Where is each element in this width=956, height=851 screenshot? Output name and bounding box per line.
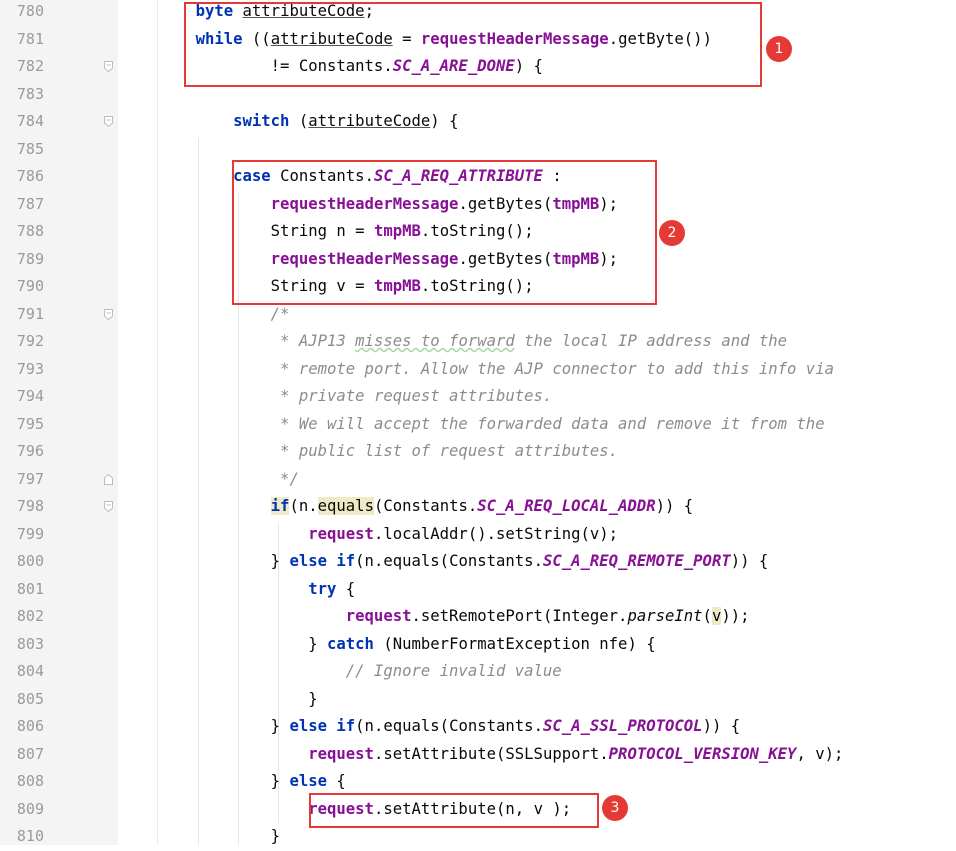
code-line[interactable]: 806 } else if(n.equals(Constants.SC_A_SS…	[0, 713, 956, 741]
fold-end-marker-icon[interactable]	[104, 473, 113, 485]
line-number: 791	[16, 304, 44, 323]
code-line[interactable]: 796 * public list of request attributes.	[0, 438, 956, 466]
line-number: 786	[16, 167, 44, 185]
annotation-badge-1: 1	[766, 36, 792, 62]
code-line[interactable]: 803 } catch (NumberFormatException nfe) …	[0, 631, 956, 659]
code-text: switch (attributeCode) {	[233, 112, 459, 130]
code-line[interactable]: 805 }	[0, 686, 956, 714]
annotation-badge-3: 3	[602, 795, 628, 821]
code-line[interactable]: 785	[0, 136, 956, 164]
code-text: } catch (NumberFormatException nfe) {	[158, 634, 656, 653]
code-text: } else if(n.equals(Constants.SC_A_SSL_PR…	[158, 717, 741, 735]
code-line[interactable]: 800 } else if(n.equals(Constants.SC_A_RE…	[0, 548, 956, 576]
line-number: 794	[16, 387, 44, 405]
code-text: */	[270, 469, 299, 488]
code-text: request.localAddr().setString(v);	[308, 524, 619, 543]
line-number: 810	[16, 827, 44, 845]
line-number: 807	[16, 744, 44, 763]
annotation-box-2	[232, 160, 657, 305]
code-text: * We will accept the forwarded data and …	[270, 414, 825, 433]
line-number: 800	[16, 552, 44, 570]
fold-marker-icon[interactable]	[104, 501, 113, 512]
code-text: try {	[308, 579, 356, 598]
line-number: 785	[16, 139, 44, 158]
line-number: 780	[16, 2, 44, 20]
code-editor[interactable]: 780 byte attributeCode; 781 while ((attr…	[0, 0, 956, 845]
code-line[interactable]: 808 } else {	[0, 768, 956, 796]
code-line[interactable]: 797 */	[0, 466, 956, 494]
line-number: 787	[16, 194, 44, 213]
line-number: 790	[16, 277, 44, 295]
line-number: 805	[16, 689, 44, 708]
fold-marker-icon[interactable]	[104, 116, 113, 127]
fold-marker-icon[interactable]	[104, 61, 113, 72]
line-number: 788	[16, 222, 44, 240]
code-text: } else {	[158, 772, 346, 790]
line-number: 796	[16, 442, 44, 460]
line-number: 804	[16, 662, 44, 680]
code-line[interactable]: 804 // Ignore invalid value	[0, 658, 956, 686]
code-line[interactable]: 792 * AJP13 misses to forward the local …	[0, 328, 956, 356]
line-number: 793	[16, 359, 44, 378]
line-number: 781	[16, 29, 44, 48]
line-number: 799	[16, 524, 44, 543]
code-text: } else if(n.equals(Constants.SC_A_REQ_RE…	[158, 552, 769, 570]
line-number: 809	[16, 799, 44, 818]
annotation-box-1	[184, 2, 762, 87]
code-text: }	[158, 827, 281, 845]
line-number: 803	[16, 634, 44, 653]
code-text: * AJP13 misses to forward the local IP a…	[270, 332, 788, 350]
code-text: if(n.equals(Constants.SC_A_REQ_LOCAL_ADD…	[270, 497, 694, 515]
code-line[interactable]: 802 request.setRemotePort(Integer.parseI…	[0, 603, 956, 631]
line-number: 795	[16, 414, 44, 433]
code-line[interactable]: 799 request.localAddr().setString(v);	[0, 521, 956, 549]
code-text: }	[158, 689, 318, 708]
line-number: 782	[16, 57, 44, 75]
code-text: * public list of request attributes.	[270, 442, 619, 460]
code-line[interactable]: 784 switch (attributeCode) {	[0, 108, 956, 136]
line-number: 784	[16, 112, 44, 130]
code-line[interactable]: 793 * remote port. Allow the AJP connect…	[0, 356, 956, 384]
code-text: request.setAttribute(SSLSupport.PROTOCOL…	[308, 744, 844, 763]
code-text: * private request attributes.	[270, 387, 553, 405]
code-text: * remote port. Allow the AJP connector t…	[270, 359, 834, 378]
code-text: request.setRemotePort(Integer.parseInt(v…	[345, 607, 750, 625]
annotation-badge-2: 2	[659, 220, 685, 246]
line-number: 798	[16, 497, 44, 515]
line-number: 806	[16, 717, 44, 735]
line-number: 783	[16, 84, 44, 103]
code-line[interactable]: 807 request.setAttribute(SSLSupport.PROT…	[0, 741, 956, 769]
line-number: 808	[16, 772, 44, 790]
line-number: 792	[16, 332, 44, 350]
line-number: 797	[16, 469, 44, 488]
line-number: 801	[16, 579, 44, 598]
code-line[interactable]: 801 try {	[0, 576, 956, 604]
code-line[interactable]: 795 * We will accept the forwarded data …	[0, 411, 956, 439]
code-line[interactable]: 798 if(n.equals(Constants.SC_A_REQ_LOCAL…	[0, 493, 956, 521]
line-number: 789	[16, 249, 44, 268]
annotation-box-3	[309, 793, 599, 828]
line-number: 802	[16, 607, 44, 625]
code-line[interactable]: 794 * private request attributes.	[0, 383, 956, 411]
code-text: // Ignore invalid value	[345, 662, 562, 680]
fold-marker-icon[interactable]	[104, 308, 113, 320]
